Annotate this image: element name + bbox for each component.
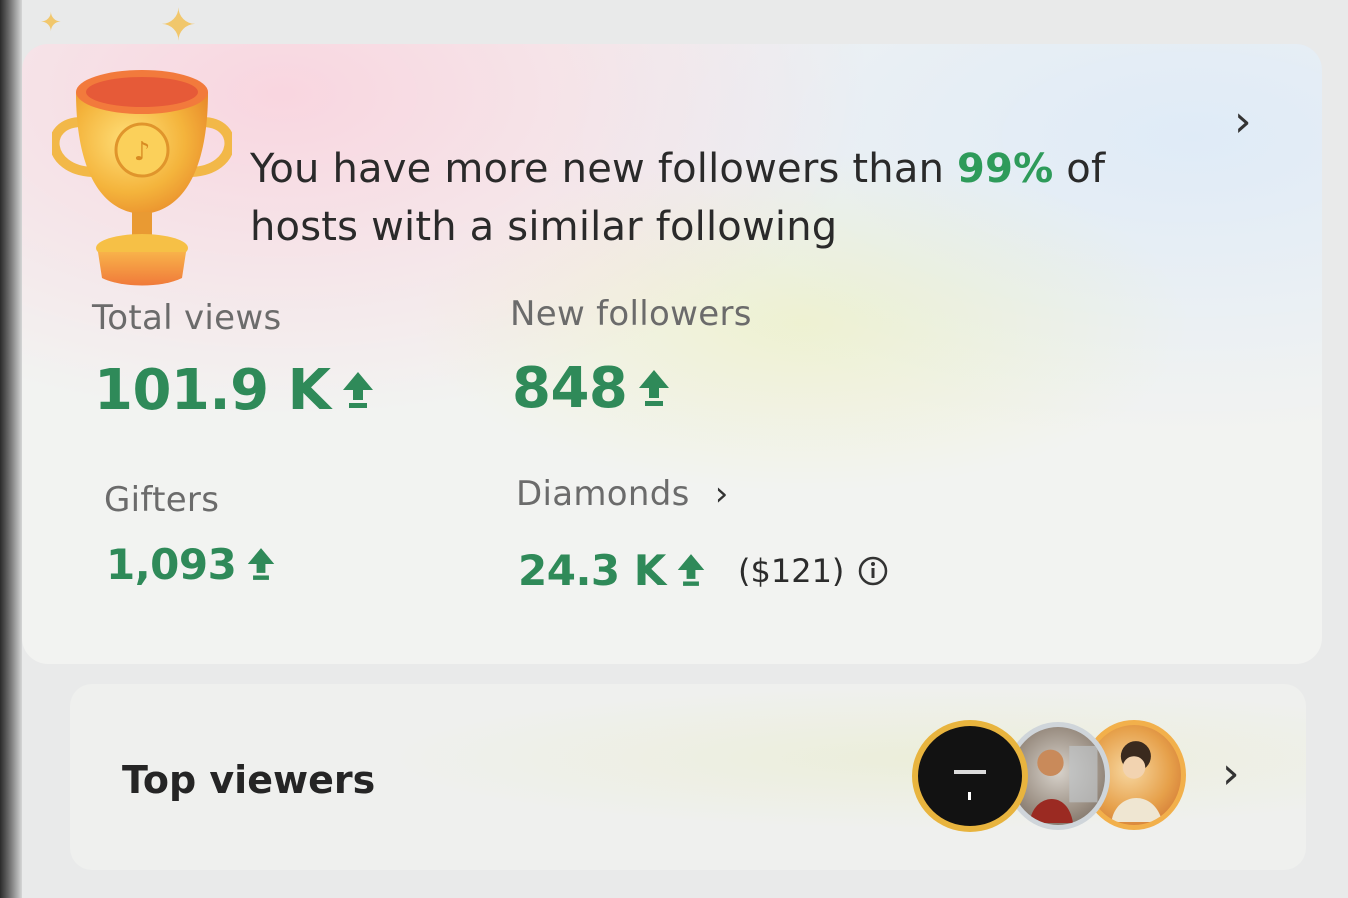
follower-rank-headline: You have more new followers than 99% of … <box>250 140 1210 256</box>
headline-text-before: You have more new followers than <box>250 146 958 192</box>
viewer-avatar-1[interactable] <box>912 720 1028 832</box>
sparkle-icon: ✦ <box>160 0 197 51</box>
diamonds-label-text: Diamonds <box>516 474 690 514</box>
diamonds-label[interactable]: Diamonds › <box>516 474 729 514</box>
up-arrow-icon <box>639 369 670 406</box>
new-followers-label: New followers <box>510 294 752 334</box>
total-views-number: 101.9 K <box>94 358 331 423</box>
gifters-label: Gifters <box>104 480 220 520</box>
gifters-value: 1,093 <box>106 540 276 589</box>
background-edge <box>0 0 22 898</box>
up-arrow-icon <box>677 553 705 586</box>
avatar-image <box>954 770 986 800</box>
headline-percent: 99% <box>957 146 1054 192</box>
diamonds-number: 24.3 K <box>518 546 666 595</box>
total-views-label: Total views <box>92 298 282 338</box>
trophy-icon: ♪ <box>52 70 232 286</box>
diamonds-usd-value: ($121) <box>738 552 845 590</box>
total-views-value: 101.9 K <box>94 358 375 423</box>
svg-text:♪: ♪ <box>134 137 151 167</box>
top-viewers-title: Top viewers <box>122 758 376 802</box>
new-followers-number: 848 <box>512 356 628 421</box>
chevron-right-icon: › <box>714 474 729 514</box>
chevron-right-icon[interactable]: › <box>1234 100 1252 144</box>
new-followers-value: 848 <box>512 356 671 421</box>
diamonds-value: 24.3 K <box>518 546 706 595</box>
sparkle-icon: ✦ <box>40 8 62 38</box>
up-arrow-icon <box>342 371 373 408</box>
info-icon[interactable] <box>858 556 888 586</box>
up-arrow-icon <box>248 547 275 580</box>
chevron-right-icon[interactable]: › <box>1222 752 1240 796</box>
gifters-number: 1,093 <box>106 540 237 589</box>
